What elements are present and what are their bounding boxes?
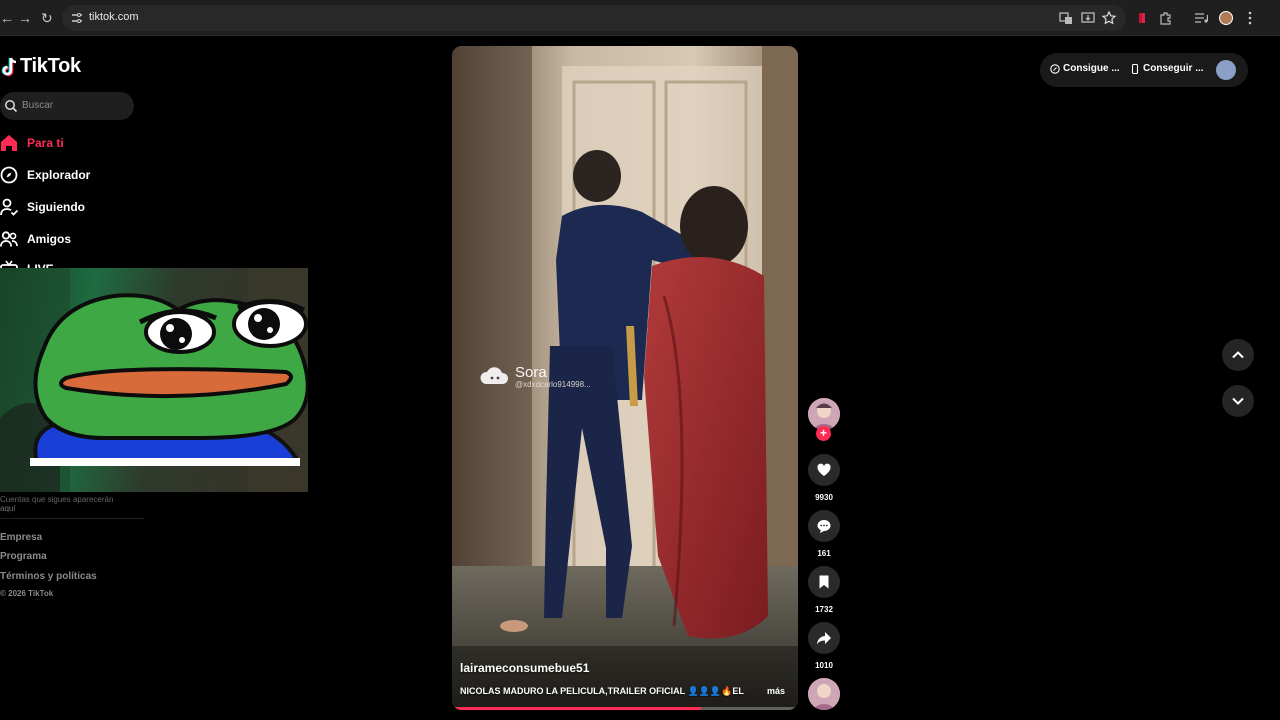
nav-item-label: Para ti	[27, 136, 64, 150]
caption-more-button[interactable]: más	[767, 686, 785, 696]
video-player[interactable]: Sora @xdxdcarlo914998... lairameconsumeb…	[452, 46, 798, 710]
translate-icon[interactable]	[1058, 10, 1074, 26]
sora-logo-icon	[480, 367, 509, 384]
music-disc-image	[808, 678, 840, 710]
compass-icon	[0, 166, 18, 184]
back-button[interactable]: ←	[0, 9, 14, 27]
phone-icon	[1131, 63, 1139, 74]
nav-item-label: Explorador	[27, 168, 91, 182]
reload-button[interactable]: ↻	[41, 9, 53, 27]
sora-watermark: Sora @xdxdcarlo914998...	[480, 362, 591, 392]
chevron-down-icon	[1232, 397, 1244, 405]
coin-icon	[1050, 63, 1060, 74]
watermark-handle: @xdxdcarlo914998...	[515, 380, 591, 389]
browser-toolbar: ← → ↻ tiktok.com	[0, 0, 1280, 36]
get-coins-label: Consigue ...	[1063, 63, 1120, 74]
sidebar-divider	[0, 518, 144, 519]
heart-icon	[817, 463, 831, 476]
save-button[interactable]	[808, 566, 840, 598]
share-count: 1010	[815, 661, 833, 670]
menu-kebab-icon[interactable]	[1242, 10, 1258, 26]
nav-item-siguiendo[interactable]: Siguiendo	[0, 196, 85, 218]
like-count: 9930	[815, 493, 833, 502]
nav-item-explorador[interactable]: Explorador	[0, 164, 90, 186]
tiktok-logo[interactable]: TikTok	[0, 55, 81, 78]
media-controls-icon[interactable]	[1193, 10, 1209, 26]
share-button[interactable]	[808, 622, 840, 654]
footer-link-terminos[interactable]: Términos y políticas	[0, 571, 97, 582]
home-icon	[1, 135, 17, 151]
video-progress-fill	[452, 707, 702, 710]
nav-item-label: Siguiendo	[27, 200, 85, 214]
comment-icon	[817, 520, 831, 533]
video-progress-bar[interactable]	[452, 707, 798, 710]
watermark-brand: Sora	[515, 364, 547, 381]
music-disc-avatar[interactable]	[808, 678, 840, 710]
profile-avatar[interactable]	[1219, 11, 1233, 25]
get-app-button[interactable]: Conseguir ...	[1130, 63, 1204, 74]
sidebar-following-hint: Cuentas que sigues aparecerán aquí	[0, 495, 113, 513]
top-actions-bar: Consigue ... Conseguir ...	[1040, 53, 1248, 87]
nav-item-label: Amigos	[27, 232, 72, 246]
following-hint-line2: aquí	[0, 504, 16, 513]
like-button[interactable]	[808, 454, 840, 486]
next-video-button[interactable]	[1222, 385, 1254, 417]
chevron-up-icon	[1232, 351, 1244, 359]
frog-sticker-image	[0, 268, 308, 492]
user-avatar[interactable]	[1216, 60, 1236, 80]
nav-item-para-ti[interactable]: Para ti	[0, 132, 64, 154]
extensions-icon[interactable]	[1158, 10, 1174, 26]
footer-link-programa[interactable]: Programa	[0, 551, 47, 562]
get-coins-button[interactable]: Consigue ...	[1050, 63, 1120, 74]
comment-count: 161	[817, 549, 831, 558]
forward-button[interactable]: →	[18, 9, 32, 27]
following-hint-line1: Cuentas que sigues aparecerán	[0, 495, 114, 504]
get-app-label: Conseguir ...	[1143, 63, 1204, 74]
search-placeholder: Buscar	[22, 100, 54, 111]
previous-video-button[interactable]	[1222, 339, 1254, 371]
logo-wordmark: TikTok	[20, 55, 81, 77]
footer-link-empresa[interactable]: Empresa	[0, 532, 42, 543]
extension-record-icon[interactable]	[1134, 10, 1150, 26]
save-count: 1732	[815, 605, 833, 614]
comment-button[interactable]	[808, 510, 840, 542]
tiktok-note-icon	[1, 57, 17, 76]
install-app-icon[interactable]	[1080, 10, 1096, 26]
webcam-overlay	[0, 268, 308, 492]
video-caption: NICOLAS MADURO LA PELICULA,TRAILER OFICI…	[460, 686, 744, 696]
copyright-text: © 2026 TikTok	[0, 589, 54, 598]
site-info-icon[interactable]	[70, 11, 84, 25]
address-bar[interactable]	[62, 5, 1126, 31]
bookmark-icon	[819, 575, 829, 589]
friends-icon	[0, 231, 18, 247]
follow-plus-button[interactable]: +	[816, 426, 831, 441]
video-author[interactable]: lairameconsumebue51	[460, 661, 589, 675]
nav-item-amigos[interactable]: Amigos	[0, 228, 71, 250]
following-icon	[0, 198, 18, 216]
share-icon	[817, 632, 831, 645]
url-text[interactable]: tiktok.com	[89, 11, 139, 23]
search-box[interactable]: Buscar	[0, 92, 134, 120]
bookmark-star-icon[interactable]	[1101, 10, 1117, 26]
search-icon	[5, 100, 18, 113]
